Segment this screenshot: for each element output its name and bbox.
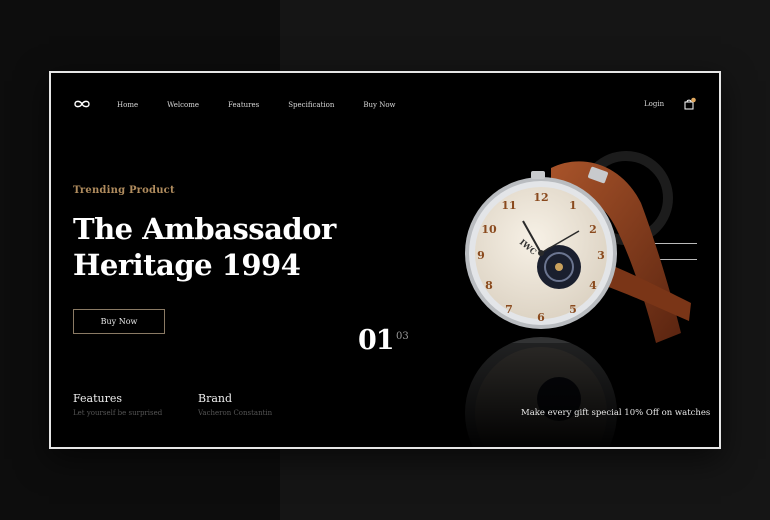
hero-title-line-1: The Ambassador: [73, 212, 336, 246]
svg-text:2: 2: [589, 223, 597, 236]
landing-page-frame: Home Welcome Features Specification Buy …: [49, 71, 721, 449]
brand-subtitle: Vacheron Constantin: [198, 409, 273, 417]
svg-text:3: 3: [597, 249, 605, 262]
features-title: Features: [73, 392, 123, 405]
hero-eyebrow: Trending Product: [73, 185, 175, 196]
svg-text:4: 4: [589, 279, 597, 292]
svg-text:8: 8: [485, 279, 493, 292]
login-link[interactable]: Login: [644, 100, 664, 108]
hero-title: The Ambassador Heritage 1994: [73, 211, 373, 283]
nav-item-home[interactable]: Home: [117, 101, 138, 109]
hero-title-line-2: Heritage 1994: [73, 248, 301, 282]
main-nav: Home Welcome Features Specification Buy …: [117, 99, 425, 111]
svg-text:5: 5: [569, 303, 577, 316]
nav-item-specification[interactable]: Specification: [288, 101, 334, 109]
brand-title: Brand: [198, 392, 233, 405]
nav-item-buy-now[interactable]: Buy Now: [363, 101, 395, 109]
watch-product-image: 12 1 2 3 4 5 6 7 8 9 10 11 IWC: [431, 151, 711, 447]
slide-counter-total: 03: [396, 331, 409, 342]
svg-text:1: 1: [569, 199, 577, 212]
nav-item-features[interactable]: Features: [228, 101, 259, 109]
svg-text:9: 9: [477, 249, 485, 262]
cart-badge: [691, 97, 696, 103]
slide-counter-current: 01: [358, 325, 395, 356]
nav-item-welcome[interactable]: Welcome: [167, 101, 199, 109]
svg-text:10: 10: [481, 223, 497, 236]
buy-now-button[interactable]: Buy Now: [73, 309, 165, 334]
infinity-icon[interactable]: [73, 99, 91, 109]
svg-text:11: 11: [501, 199, 516, 212]
svg-text:7: 7: [505, 303, 513, 316]
shopping-bag-icon[interactable]: [683, 97, 697, 111]
features-subtitle: Let yourself be surprised: [73, 409, 163, 417]
promo-text: Make every gift special 10% Off on watch…: [521, 408, 711, 418]
svg-text:6: 6: [537, 311, 545, 324]
svg-text:12: 12: [533, 191, 548, 204]
